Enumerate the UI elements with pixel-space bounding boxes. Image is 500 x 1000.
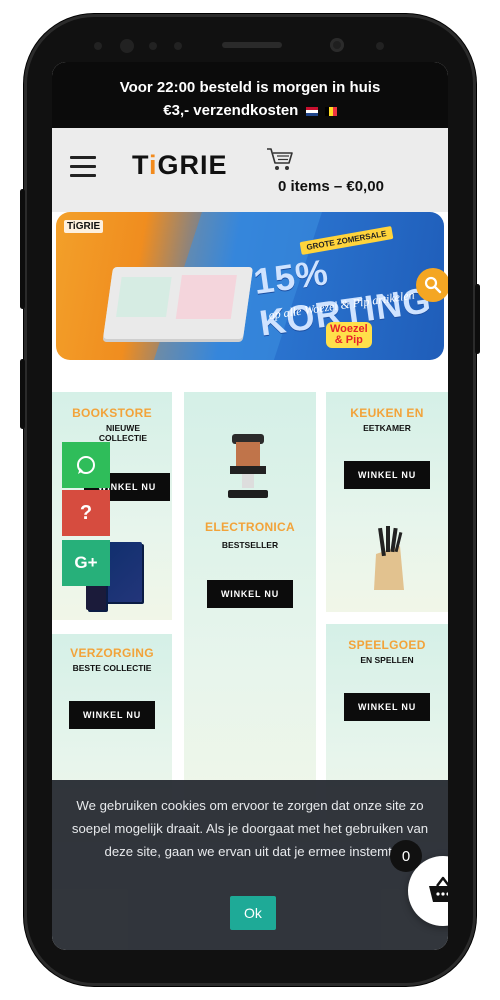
site-header: TiGRIE 0 items – €0,00 bbox=[52, 128, 448, 212]
phone-camera bbox=[330, 38, 344, 52]
cookie-accept-button[interactable]: Ok bbox=[230, 896, 276, 930]
category-title: ELECTRONICA bbox=[205, 520, 295, 534]
shop-now-button[interactable]: WINKEL NU bbox=[343, 461, 431, 489]
cart-icon[interactable] bbox=[266, 146, 294, 172]
phone-sensor bbox=[120, 39, 134, 53]
banner-logo: TiGRIE bbox=[64, 220, 104, 233]
category-title: BOOKSTORE bbox=[72, 406, 152, 420]
category-title: VERZORGING bbox=[70, 646, 154, 660]
cookie-notice: We gebruiken cookies om ervoor te zorgen… bbox=[52, 780, 448, 950]
whatsapp-button[interactable] bbox=[62, 442, 110, 488]
phone-frame: Voor 22:00 besteld is morgen in huis €3,… bbox=[20, 14, 480, 986]
cart-count-badge: 0 bbox=[390, 840, 422, 872]
banner-product-image bbox=[102, 267, 254, 339]
category-subtitle: EETKAMER bbox=[363, 423, 411, 433]
promo-banner-image[interactable]: TiGRIE GROTE ZOMERSALE 15% KORTING op al… bbox=[56, 212, 444, 360]
announcement-shipping-text: €3,- verzendkosten bbox=[163, 102, 299, 119]
site-logo[interactable]: TiGRIE bbox=[132, 150, 228, 181]
promo-banner[interactable]: TiGRIE GROTE ZOMERSALE 15% KORTING op al… bbox=[52, 212, 448, 360]
search-icon bbox=[424, 276, 442, 294]
announcement-bar: Voor 22:00 besteld is morgen in huis €3,… bbox=[52, 62, 448, 128]
netherlands-flag-icon bbox=[305, 106, 318, 116]
help-button[interactable]: ? bbox=[62, 490, 110, 536]
belgium-flag-icon bbox=[324, 106, 337, 116]
banner-brand-logo: Woezel & Pip bbox=[326, 322, 372, 348]
category-subtitle: EN SPELLEN bbox=[360, 655, 414, 665]
google-plus-icon: G+ bbox=[74, 553, 98, 572]
phone-side-button bbox=[20, 189, 25, 309]
category-grid: BOOKSTORE NIEUWE COLLECTIE WINKEL NU ELE… bbox=[52, 392, 448, 842]
phone-power-button bbox=[475, 284, 480, 354]
shop-now-button[interactable]: WINKEL NU bbox=[206, 580, 294, 608]
hamburger-menu-icon[interactable] bbox=[70, 156, 96, 178]
phone-sensor bbox=[174, 42, 182, 50]
category-title: SPEELGOED bbox=[348, 638, 426, 652]
basket-icon bbox=[429, 876, 448, 902]
phone-speaker bbox=[222, 42, 282, 48]
whatsapp-icon bbox=[77, 456, 95, 474]
phone-side-button bbox=[20, 359, 25, 429]
phone-sensor bbox=[94, 42, 102, 50]
phone-bottom-bezel bbox=[24, 950, 476, 986]
shop-now-button[interactable]: WINKEL NU bbox=[343, 693, 431, 721]
coffee-machine-image bbox=[228, 434, 268, 498]
category-subtitle: BESTE COLLECTIE bbox=[72, 663, 152, 673]
phone-screen: Voor 22:00 besteld is morgen in huis €3,… bbox=[52, 62, 448, 950]
knife-block-image bbox=[374, 526, 404, 590]
phone-sensor bbox=[376, 42, 384, 50]
category-card-electronica[interactable]: ELECTRONICA BESTSELLER WINKEL NU bbox=[184, 392, 316, 842]
category-subtitle: NIEUWE COLLECTIE bbox=[98, 423, 148, 443]
announcement-line-1: Voor 22:00 besteld is morgen in huis bbox=[119, 79, 381, 96]
category-subtitle: BESTSELLER bbox=[221, 540, 279, 550]
cart-summary[interactable]: 0 items – €0,00 bbox=[278, 178, 384, 195]
category-card-keuken[interactable]: KEUKEN EN EETKAMER WINKEL NU bbox=[326, 392, 448, 612]
search-button[interactable] bbox=[416, 268, 448, 302]
google-plus-button[interactable]: G+ bbox=[62, 540, 110, 586]
help-icon: ? bbox=[79, 501, 93, 524]
announcement-line-2: €3,- verzendkosten bbox=[52, 99, 448, 122]
phone-sensor bbox=[149, 42, 157, 50]
cookie-notice-text: We gebruiken cookies om ervoor te zorgen… bbox=[71, 798, 429, 859]
shop-now-button[interactable]: WINKEL NU bbox=[68, 701, 156, 729]
category-title: KEUKEN EN bbox=[350, 406, 424, 420]
